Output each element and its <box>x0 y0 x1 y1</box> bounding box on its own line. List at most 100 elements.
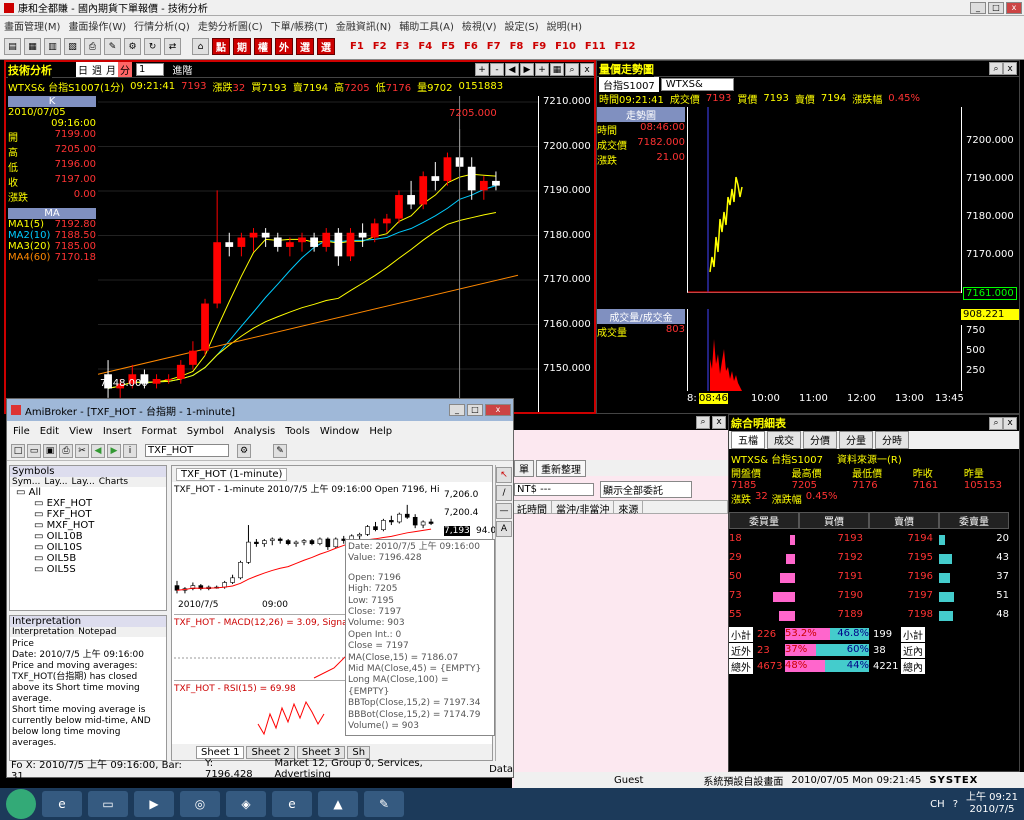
start-button[interactable] <box>6 789 36 819</box>
order-zoom-icon[interactable]: ⌕ <box>696 415 710 429</box>
summary-tab[interactable]: 成交 <box>767 431 801 449</box>
summary-close-icon[interactable]: x <box>1003 416 1017 430</box>
refresh-button[interactable]: 重新整理 <box>536 459 586 477</box>
candle[interactable] <box>249 228 258 252</box>
folder-icon[interactable]: ▭ <box>88 791 128 817</box>
forward-icon[interactable]: ▶ <box>107 443 121 458</box>
tick-chart[interactable] <box>687 107 962 293</box>
ie-icon[interactable]: e <box>42 791 82 817</box>
ab-candle[interactable] <box>404 504 410 519</box>
ab-candle[interactable] <box>198 584 204 591</box>
cursor-icon[interactable]: ↖ <box>496 467 512 483</box>
candle[interactable] <box>407 180 415 210</box>
candle[interactable] <box>443 152 452 186</box>
function-key[interactable]: F4 <box>418 41 432 52</box>
link-icon[interactable]: ⇄ <box>164 38 181 55</box>
tick-code-select[interactable]: WTXS& <box>660 77 734 91</box>
tree-item[interactable]: ▭ OIL5B <box>16 553 166 564</box>
network-icon[interactable]: ◈ <box>226 791 266 817</box>
ab-candle[interactable] <box>277 537 283 544</box>
period-select[interactable]: 1 <box>136 63 165 76</box>
ab-menu-item[interactable]: Tools <box>285 426 310 437</box>
ab-candle[interactable] <box>301 539 307 546</box>
chart-tab[interactable]: TXF_HOT (1-minute) <box>176 467 288 481</box>
candle[interactable] <box>419 171 428 210</box>
candle[interactable] <box>492 171 500 191</box>
tree-item[interactable]: ▭ MXF_HOT <box>16 520 166 531</box>
line-tool-icon[interactable]: / <box>496 485 512 501</box>
screen-icon[interactable]: ▦ <box>24 38 41 55</box>
summary-tab[interactable]: 分價 <box>803 431 837 449</box>
menu-item[interactable]: 金融資訊(N) <box>336 18 391 33</box>
function-key[interactable]: F8 <box>510 41 524 52</box>
indicator-icon[interactable]: ⚙ <box>237 443 251 458</box>
candle[interactable] <box>334 228 343 266</box>
symbols-tab[interactable]: Charts <box>99 477 128 487</box>
tree-item[interactable]: ▭ FXF_HOT <box>16 509 166 520</box>
candle[interactable] <box>152 374 161 389</box>
menu-item[interactable]: 檢視(V) <box>462 18 497 33</box>
ab-candle[interactable] <box>254 539 259 547</box>
advanced-label[interactable]: 進階 <box>172 62 192 77</box>
summary-tab[interactable]: 分量 <box>839 431 873 449</box>
ab-candle[interactable] <box>230 574 235 585</box>
menu-item[interactable]: 下單/帳務(T) <box>271 18 328 33</box>
print-icon[interactable]: ⎙ <box>84 38 101 55</box>
eol-icon[interactable]: e <box>272 791 312 817</box>
ab-close-button[interactable]: x <box>485 404 511 416</box>
menu-item[interactable]: 走勢分析圖(C) <box>198 18 263 33</box>
menu-item[interactable]: 畫面管理(M) <box>4 18 60 33</box>
ab-candle[interactable] <box>333 537 339 549</box>
function-key[interactable]: F7 <box>487 41 501 52</box>
refresh-icon[interactable]: ↻ <box>144 38 161 55</box>
candle[interactable] <box>286 237 294 257</box>
settings-icon[interactable]: ⚙ <box>124 38 141 55</box>
ab-candle[interactable] <box>317 537 323 546</box>
function-key[interactable]: F1 <box>350 41 364 52</box>
ab-candle[interactable] <box>412 514 418 529</box>
summary-zoom-icon[interactable]: ⌕ <box>989 416 1003 430</box>
interp-tab[interactable]: Interpretation <box>12 627 74 637</box>
candle[interactable] <box>395 190 403 224</box>
ab-menu-item[interactable]: Edit <box>40 426 59 437</box>
tick-zoom-icon[interactable]: ⌕ <box>989 62 1003 75</box>
close-button[interactable]: x <box>1006 1 1022 14</box>
summary-tab[interactable]: 五檔 <box>731 431 765 449</box>
scroll-right-icon[interactable]: ▶ <box>520 63 534 76</box>
menu-item[interactable]: 行情分析(Q) <box>134 18 190 33</box>
candle[interactable] <box>479 176 488 200</box>
help-icon[interactable]: ? <box>953 799 958 810</box>
quick-order-button[interactable]: 權 <box>254 38 272 55</box>
period-week[interactable]: 週 <box>90 62 104 77</box>
candle[interactable] <box>261 228 270 247</box>
ab-menu-item[interactable]: Insert <box>103 426 132 437</box>
info-icon[interactable]: i <box>123 443 137 458</box>
candle[interactable] <box>237 232 246 257</box>
ab-candle[interactable] <box>428 518 434 526</box>
order-close-icon[interactable]: x <box>712 415 726 429</box>
symbols-tab[interactable]: Lay... <box>72 477 95 487</box>
sheet-tab[interactable]: Sheet 2 <box>246 745 295 759</box>
maximize-button[interactable]: □ <box>988 1 1004 14</box>
tick-close-icon[interactable]: x <box>1003 62 1017 75</box>
candle[interactable] <box>431 162 440 191</box>
grid-icon[interactable]: ▦ <box>550 63 564 76</box>
volume-chart[interactable] <box>687 309 961 391</box>
quick-order-button[interactable]: 期 <box>233 38 251 55</box>
function-key[interactable]: F12 <box>615 41 636 52</box>
zoom-icon[interactable]: ⌕ <box>565 63 579 76</box>
sheet-tab[interactable]: Sh <box>347 745 371 759</box>
ab-maximize-button[interactable]: □ <box>467 404 483 416</box>
ab-menu-item[interactable]: Analysis <box>234 426 275 437</box>
candle[interactable] <box>201 298 209 356</box>
candle[interactable] <box>176 360 185 384</box>
ab-candle[interactable] <box>246 525 251 564</box>
ab-menu-item[interactable]: Symbol <box>187 426 224 437</box>
currency-select[interactable]: NT$ --- <box>514 482 594 496</box>
menu-item[interactable]: 畫面操作(W) <box>68 18 126 33</box>
order-tab-stub[interactable]: 單 <box>514 459 534 477</box>
crosshair-icon[interactable]: + <box>535 63 549 76</box>
ab-menu-item[interactable]: Help <box>369 426 392 437</box>
ab-candle[interactable] <box>420 520 426 529</box>
symbol-combo[interactable]: TXF_HOT <box>145 444 229 457</box>
